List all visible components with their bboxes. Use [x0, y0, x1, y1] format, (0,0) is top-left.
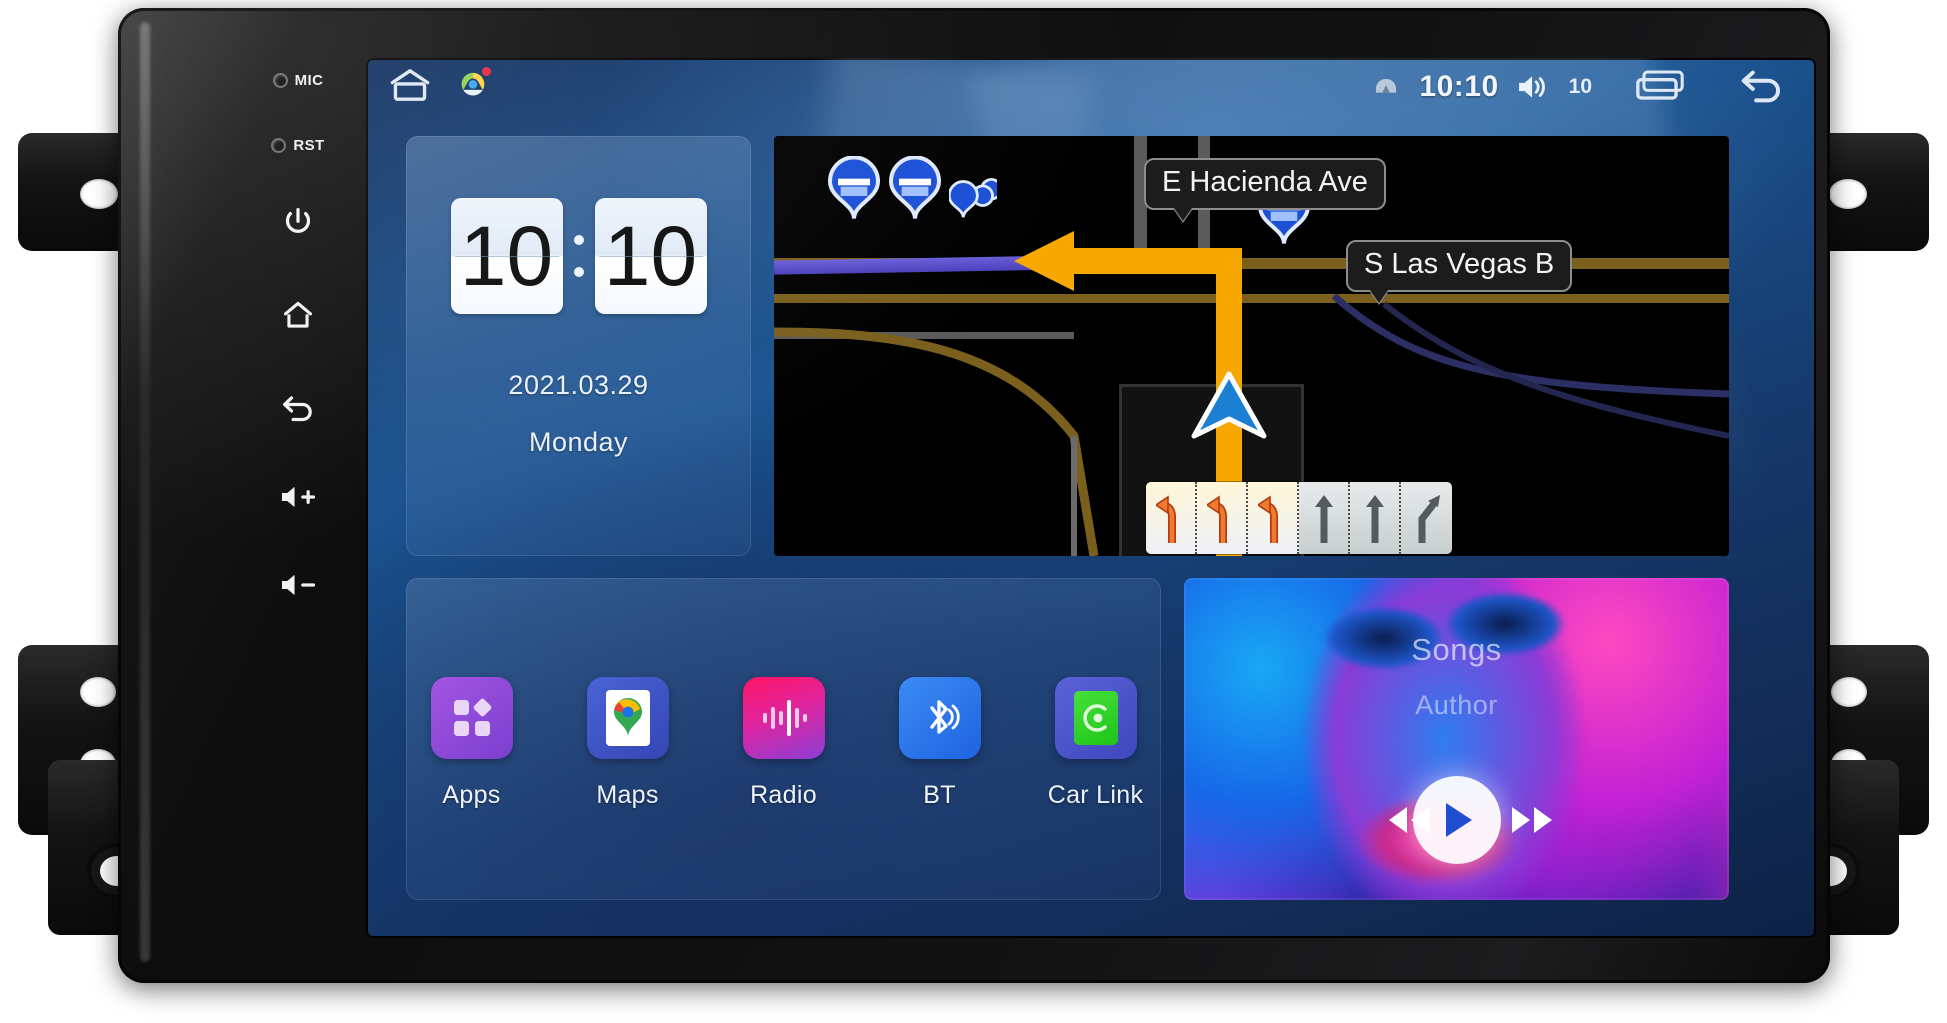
play-button[interactable]: [1412, 776, 1501, 864]
clock-widget[interactable]: 10 10 2021.03.29 Monday: [406, 136, 751, 556]
bracket-screw-hole: [1831, 677, 1867, 707]
recents-button[interactable]: [1634, 68, 1686, 107]
reset-button[interactable]: RST: [248, 137, 348, 154]
next-track-icon: [1512, 807, 1552, 833]
app-shortcut-bt[interactable]: BT: [885, 676, 995, 810]
recents-icon: [1636, 69, 1684, 100]
car-link-icon: [1082, 703, 1107, 732]
lane-right-arrow-icon: [1418, 495, 1440, 543]
lane-straight-arrow-icon: [1365, 495, 1384, 543]
apps-tile[interactable]: [430, 676, 513, 759]
hardware-key-column: MIC RST: [248, 58, 348, 758]
volume-down-button[interactable]: [248, 570, 348, 600]
radio-wave-icon: [762, 699, 807, 736]
power-button[interactable]: [248, 206, 348, 240]
street-label-hacienda: E Hacienda Ave: [1144, 158, 1386, 221]
street-label-text: S Las Vegas B: [1364, 248, 1555, 280]
app-shortcut-car-link[interactable]: Car Link: [1041, 676, 1151, 810]
app-shortcut-radio[interactable]: Radio: [729, 676, 839, 810]
status-bar: 10:10 10: [366, 58, 1816, 116]
lane-left-arrow-icon: [1257, 495, 1278, 543]
volume-up-button[interactable]: [248, 482, 348, 512]
volume-down-icon: [282, 574, 316, 596]
clock-date: 2021.03.29: [508, 370, 649, 400]
music-author: Author: [1415, 690, 1498, 720]
bezel-highlight: [140, 22, 150, 962]
app-shortcut-maps[interactable]: Maps: [573, 676, 683, 810]
microphone-led-icon: [272, 73, 288, 88]
app-label: Apps: [442, 780, 501, 809]
radio-tile[interactable]: [742, 676, 825, 759]
home-icon: [283, 301, 313, 328]
lane-left-arrow-icon: [1155, 495, 1176, 543]
bracket-screw-hole: [1829, 179, 1867, 209]
maps-pin-icon: [613, 697, 642, 737]
maps-tile[interactable]: [586, 676, 669, 759]
music-title: Songs: [1411, 632, 1502, 667]
app-label: BT: [923, 780, 956, 809]
reset-label: RST: [293, 137, 325, 154]
app-label: Radio: [750, 780, 817, 809]
back-icon: [283, 396, 312, 422]
mic-label: MIC: [294, 72, 324, 89]
music-widget[interactable]: Songs Author: [1184, 578, 1729, 900]
app-label: Maps: [596, 780, 659, 809]
mic-indicator: MIC: [248, 72, 348, 89]
lane-left-3: [1248, 482, 1299, 554]
lane-straight-arrow-icon: [1314, 495, 1333, 543]
clock-colon: [569, 235, 589, 277]
next-track-button[interactable]: [1503, 800, 1561, 840]
car-link-tile[interactable]: [1054, 676, 1137, 759]
bracket-screw-hole: [80, 677, 116, 707]
home-button[interactable]: [248, 298, 348, 332]
head-unit-body: MIC RST 10:10 10 10 10 2021.03.29 Monday…: [118, 8, 1830, 983]
navigation-icon: [1376, 78, 1397, 93]
screenshot-root: MIC RST 10:10 10 10 10 2021.03.29 Monday…: [0, 0, 1947, 1023]
reset-led-icon: [271, 138, 287, 153]
flip-clock: 10 10: [450, 198, 707, 314]
lane-straight-2: [1350, 482, 1401, 554]
play-icon: [1445, 803, 1472, 837]
app-label: Car Link: [1047, 780, 1144, 809]
back-icon: [1741, 70, 1780, 102]
lane-left-2: [1197, 482, 1248, 554]
lane-straight-1: [1299, 482, 1350, 554]
statusbar-home-button[interactable]: [388, 68, 432, 107]
map-panel[interactable]: E Hacienda Ave S Las Vegas B: [774, 136, 1729, 556]
status-bar-left: [388, 66, 491, 107]
lcd-screen[interactable]: 10:10 10 10 10 2021.03.29 Monday E Hacie…: [366, 58, 1816, 938]
status-clock: 10:10: [1419, 70, 1499, 103]
bluetooth-tile[interactable]: [898, 676, 981, 759]
bracket-screw-hole: [80, 179, 118, 209]
app-dock: Apps Maps Radio BT Car Link: [406, 578, 1161, 900]
street-label-las-vegas: S Las Vegas B: [1346, 240, 1573, 303]
label-tail: [1370, 290, 1388, 303]
app-shortcut-apps[interactable]: Apps: [417, 676, 527, 810]
clock-day: Monday: [528, 427, 629, 457]
lane-right-1: [1401, 482, 1452, 554]
bluetooth-icon: [929, 699, 960, 734]
volume-level-value: 10: [1568, 75, 1592, 98]
poi-pin-3[interactable]: [949, 174, 997, 226]
volume-icon[interactable]: [1515, 72, 1553, 102]
lane-guidance-bar: [1146, 482, 1452, 554]
statusbar-play-store-button[interactable]: [456, 66, 491, 107]
notification-badge-dot: [482, 66, 491, 76]
clock-minutes: 10: [594, 198, 707, 314]
apps-grid-icon: [453, 698, 491, 736]
label-tail: [1174, 208, 1192, 221]
lane-left-1: [1146, 482, 1197, 554]
street-label-text: E Hacienda Ave: [1162, 166, 1368, 198]
home-icon: [390, 68, 430, 101]
poi-pin-2[interactable]: [887, 156, 943, 220]
power-icon: [285, 208, 311, 233]
status-bar-right: 10:10 10: [1369, 67, 1794, 108]
poi-pin-1[interactable]: [826, 156, 882, 220]
back-button[interactable]: [248, 390, 348, 424]
lane-left-arrow-icon: [1206, 495, 1227, 543]
statusbar-back-button[interactable]: [1736, 67, 1788, 108]
volume-up-icon: [282, 486, 316, 508]
clock-hours: 10: [450, 198, 563, 314]
